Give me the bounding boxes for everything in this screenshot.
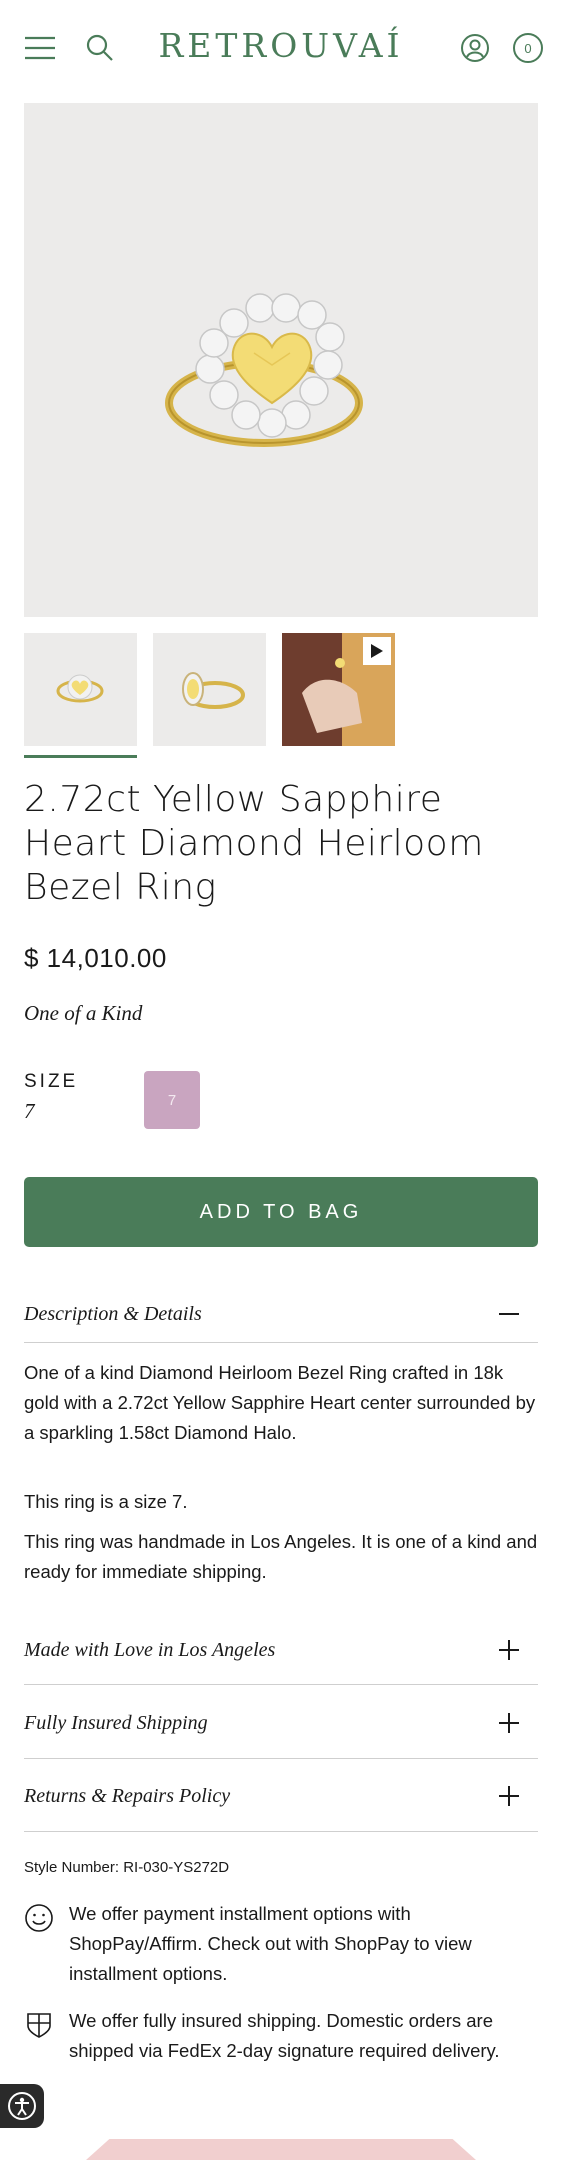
description-size: This ring is a size 7.	[24, 1491, 188, 1512]
availability-label: One of a Kind	[24, 1001, 143, 1025]
product-price: $ 14,010.00	[24, 943, 167, 973]
divider	[24, 1831, 538, 1832]
divider	[24, 1342, 538, 1343]
product-title: 2.72ct Yellow Sapphire Heart Diamond Hei…	[24, 779, 484, 908]
menu-icon[interactable]	[22, 30, 58, 66]
description-handmade: This ring was handmade in Los Angeles. I…	[24, 1531, 538, 1582]
shipping-text: We offer fully insured shipping. Domesti…	[69, 2010, 500, 2061]
accordion-returns[interactable]: Returns & Repairs Policy	[24, 1779, 538, 1819]
shield-icon	[27, 2013, 51, 2038]
footer-decoration	[86, 2139, 476, 2160]
plus-icon[interactable]	[498, 1785, 520, 1807]
cart-icon[interactable]: 0	[510, 30, 546, 66]
product-main-image[interactable]	[24, 103, 538, 617]
accordion-made-in-la[interactable]: Made with Love in Los Angeles	[24, 1633, 538, 1673]
minus-icon[interactable]	[498, 1303, 520, 1325]
thumbnail-video[interactable]	[282, 633, 395, 746]
selected-size-value: 7	[24, 1099, 35, 1123]
thumbnail-1[interactable]	[24, 633, 137, 746]
description-paragraph: One of a kind Diamond Heirloom Bezel Rin…	[24, 1362, 536, 1443]
add-to-bag-button[interactable]: ADD TO BAG	[24, 1177, 538, 1247]
plus-icon[interactable]	[498, 1712, 520, 1734]
smile-icon	[25, 1904, 53, 1932]
divider	[24, 1758, 538, 1759]
accordion-title: Returns & Repairs Policy	[24, 1785, 231, 1807]
size-option-7[interactable]: 7	[144, 1071, 200, 1129]
installment-info: We offer payment installment options wit…	[24, 1899, 538, 1993]
accordion-shipping[interactable]: Fully Insured Shipping	[24, 1706, 538, 1746]
accessibility-button[interactable]	[0, 2084, 44, 2128]
play-icon[interactable]	[363, 637, 391, 665]
installment-text: We offer payment installment options wit…	[69, 1903, 472, 1984]
accordion-title: Fully Insured Shipping	[24, 1712, 208, 1734]
divider	[24, 1684, 538, 1685]
accordion-description[interactable]: Description & Details	[24, 1297, 538, 1337]
accessibility-icon	[8, 2092, 36, 2120]
account-icon[interactable]	[457, 30, 493, 66]
active-thumbnail-indicator	[24, 755, 137, 758]
cart-count: 0	[524, 40, 532, 56]
thumbnail-gallery	[24, 633, 538, 763]
accordion-title: Made with Love in Los Angeles	[24, 1639, 276, 1661]
accordion-title: Description & Details	[24, 1303, 202, 1325]
site-logo[interactable]: RETROUVAÍ	[150, 26, 412, 65]
style-number: Style Number: RI-030-YS272D	[24, 1859, 230, 1876]
size-label: SIZE	[24, 1071, 79, 1092]
thumbnail-2[interactable]	[153, 633, 266, 746]
site-header: RETROUVAÍ 0	[0, 0, 562, 100]
shipping-info: We offer fully insured shipping. Domesti…	[24, 2006, 538, 2100]
ring-illustration	[165, 293, 363, 447]
plus-icon[interactable]	[498, 1639, 520, 1661]
search-icon[interactable]	[82, 30, 118, 66]
